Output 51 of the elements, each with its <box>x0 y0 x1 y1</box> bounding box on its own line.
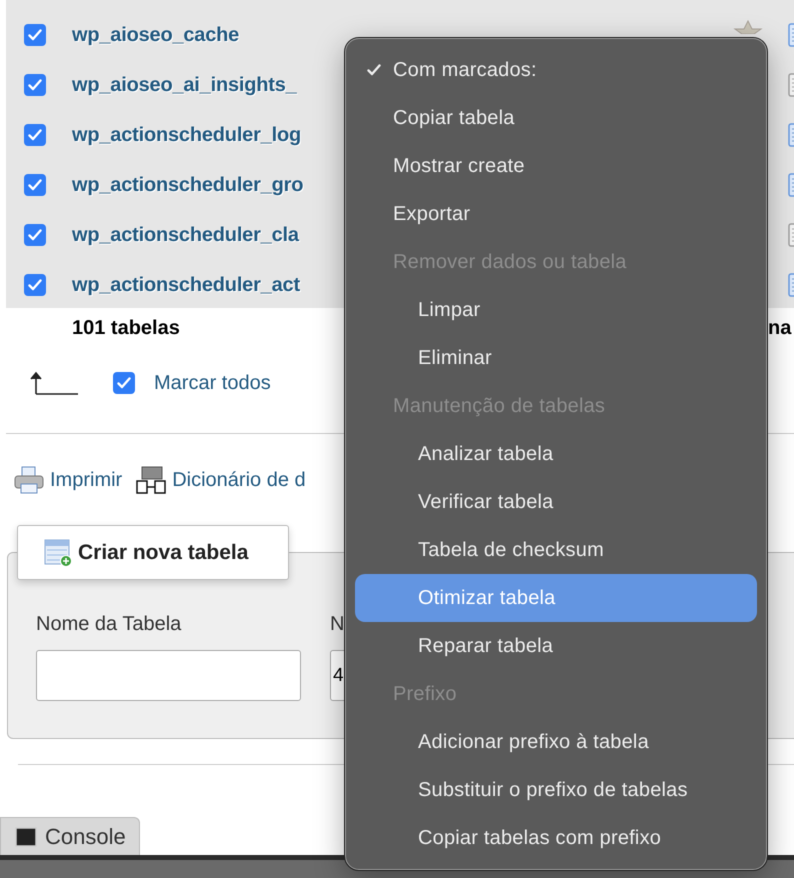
check-all-link[interactable]: Marcar todos <box>154 372 271 394</box>
checkmark-icon <box>28 79 42 91</box>
table-name-link[interactable]: wp_actionscheduler_cla <box>72 224 299 246</box>
checkbox[interactable] <box>24 174 46 196</box>
menu-item[interactable]: Com marcados: <box>355 46 757 94</box>
field-label: N <box>330 613 346 636</box>
table-name-link[interactable]: wp_aioseo_cache <box>72 24 240 46</box>
checkbox[interactable] <box>24 24 46 46</box>
menu-item[interactable]: Limpar <box>355 286 757 334</box>
table-name-link[interactable]: wp_actionscheduler_gro <box>72 174 304 196</box>
table-count: 101 tabelas <box>72 316 180 340</box>
field-label: Nome da Tabela <box>36 613 182 636</box>
menu-item[interactable]: Analizar tabela <box>355 430 757 478</box>
checkbox[interactable] <box>113 372 135 394</box>
print-link[interactable]: Imprimir <box>14 466 122 494</box>
menu-item[interactable]: Mostrar create <box>355 142 757 190</box>
checkmark-icon <box>367 64 381 76</box>
checkbox[interactable] <box>24 124 46 146</box>
table-name-link[interactable]: wp_actionscheduler_act <box>72 274 300 296</box>
checkbox[interactable] <box>24 74 46 96</box>
checkmark-icon <box>28 229 42 241</box>
table-name-link[interactable]: wp_aioseo_ai_insights_ <box>72 74 297 96</box>
checkbox[interactable] <box>24 224 46 246</box>
menu-item[interactable]: Otimizar tabela <box>355 574 757 622</box>
dictionary-link[interactable]: Dicionário de d <box>136 466 306 494</box>
menu-item[interactable]: Eliminar <box>355 334 757 382</box>
create-table-button[interactable]: Criar nova tabela <box>17 525 289 580</box>
menu-item[interactable]: Substituir o prefixo de tabelas <box>355 766 757 814</box>
menu-item[interactable]: Copiar tabela <box>355 94 757 142</box>
arrow-icon <box>28 370 78 396</box>
menu-item[interactable]: Exportar <box>355 190 757 238</box>
menu-item[interactable]: Reparar tabela <box>355 622 757 670</box>
checkbox[interactable] <box>24 274 46 296</box>
checkmark-icon <box>28 179 42 191</box>
checkmark-icon <box>28 279 42 291</box>
terminal-icon <box>15 826 37 846</box>
star-icon[interactable] <box>733 20 763 34</box>
menu-item[interactable]: Tabela de checksum <box>355 526 757 574</box>
footer-cell: na <box>768 316 792 340</box>
input-field[interactable] <box>36 650 301 701</box>
checkmark-icon <box>28 129 42 141</box>
console-tab[interactable]: Console <box>0 817 140 855</box>
table-name-link[interactable]: wp_actionscheduler_log <box>72 124 301 146</box>
checkmark-icon <box>28 29 42 41</box>
menu-item[interactable]: Adicionar prefixo à tabela <box>355 718 757 766</box>
table-add-icon <box>44 538 72 566</box>
menu-item[interactable]: Copiar tabelas com prefixo <box>355 814 757 862</box>
database-icon <box>136 466 166 494</box>
menu-item[interactable]: Verificar tabela <box>355 478 757 526</box>
printer-icon <box>14 466 44 494</box>
checkmark-icon <box>117 377 131 389</box>
